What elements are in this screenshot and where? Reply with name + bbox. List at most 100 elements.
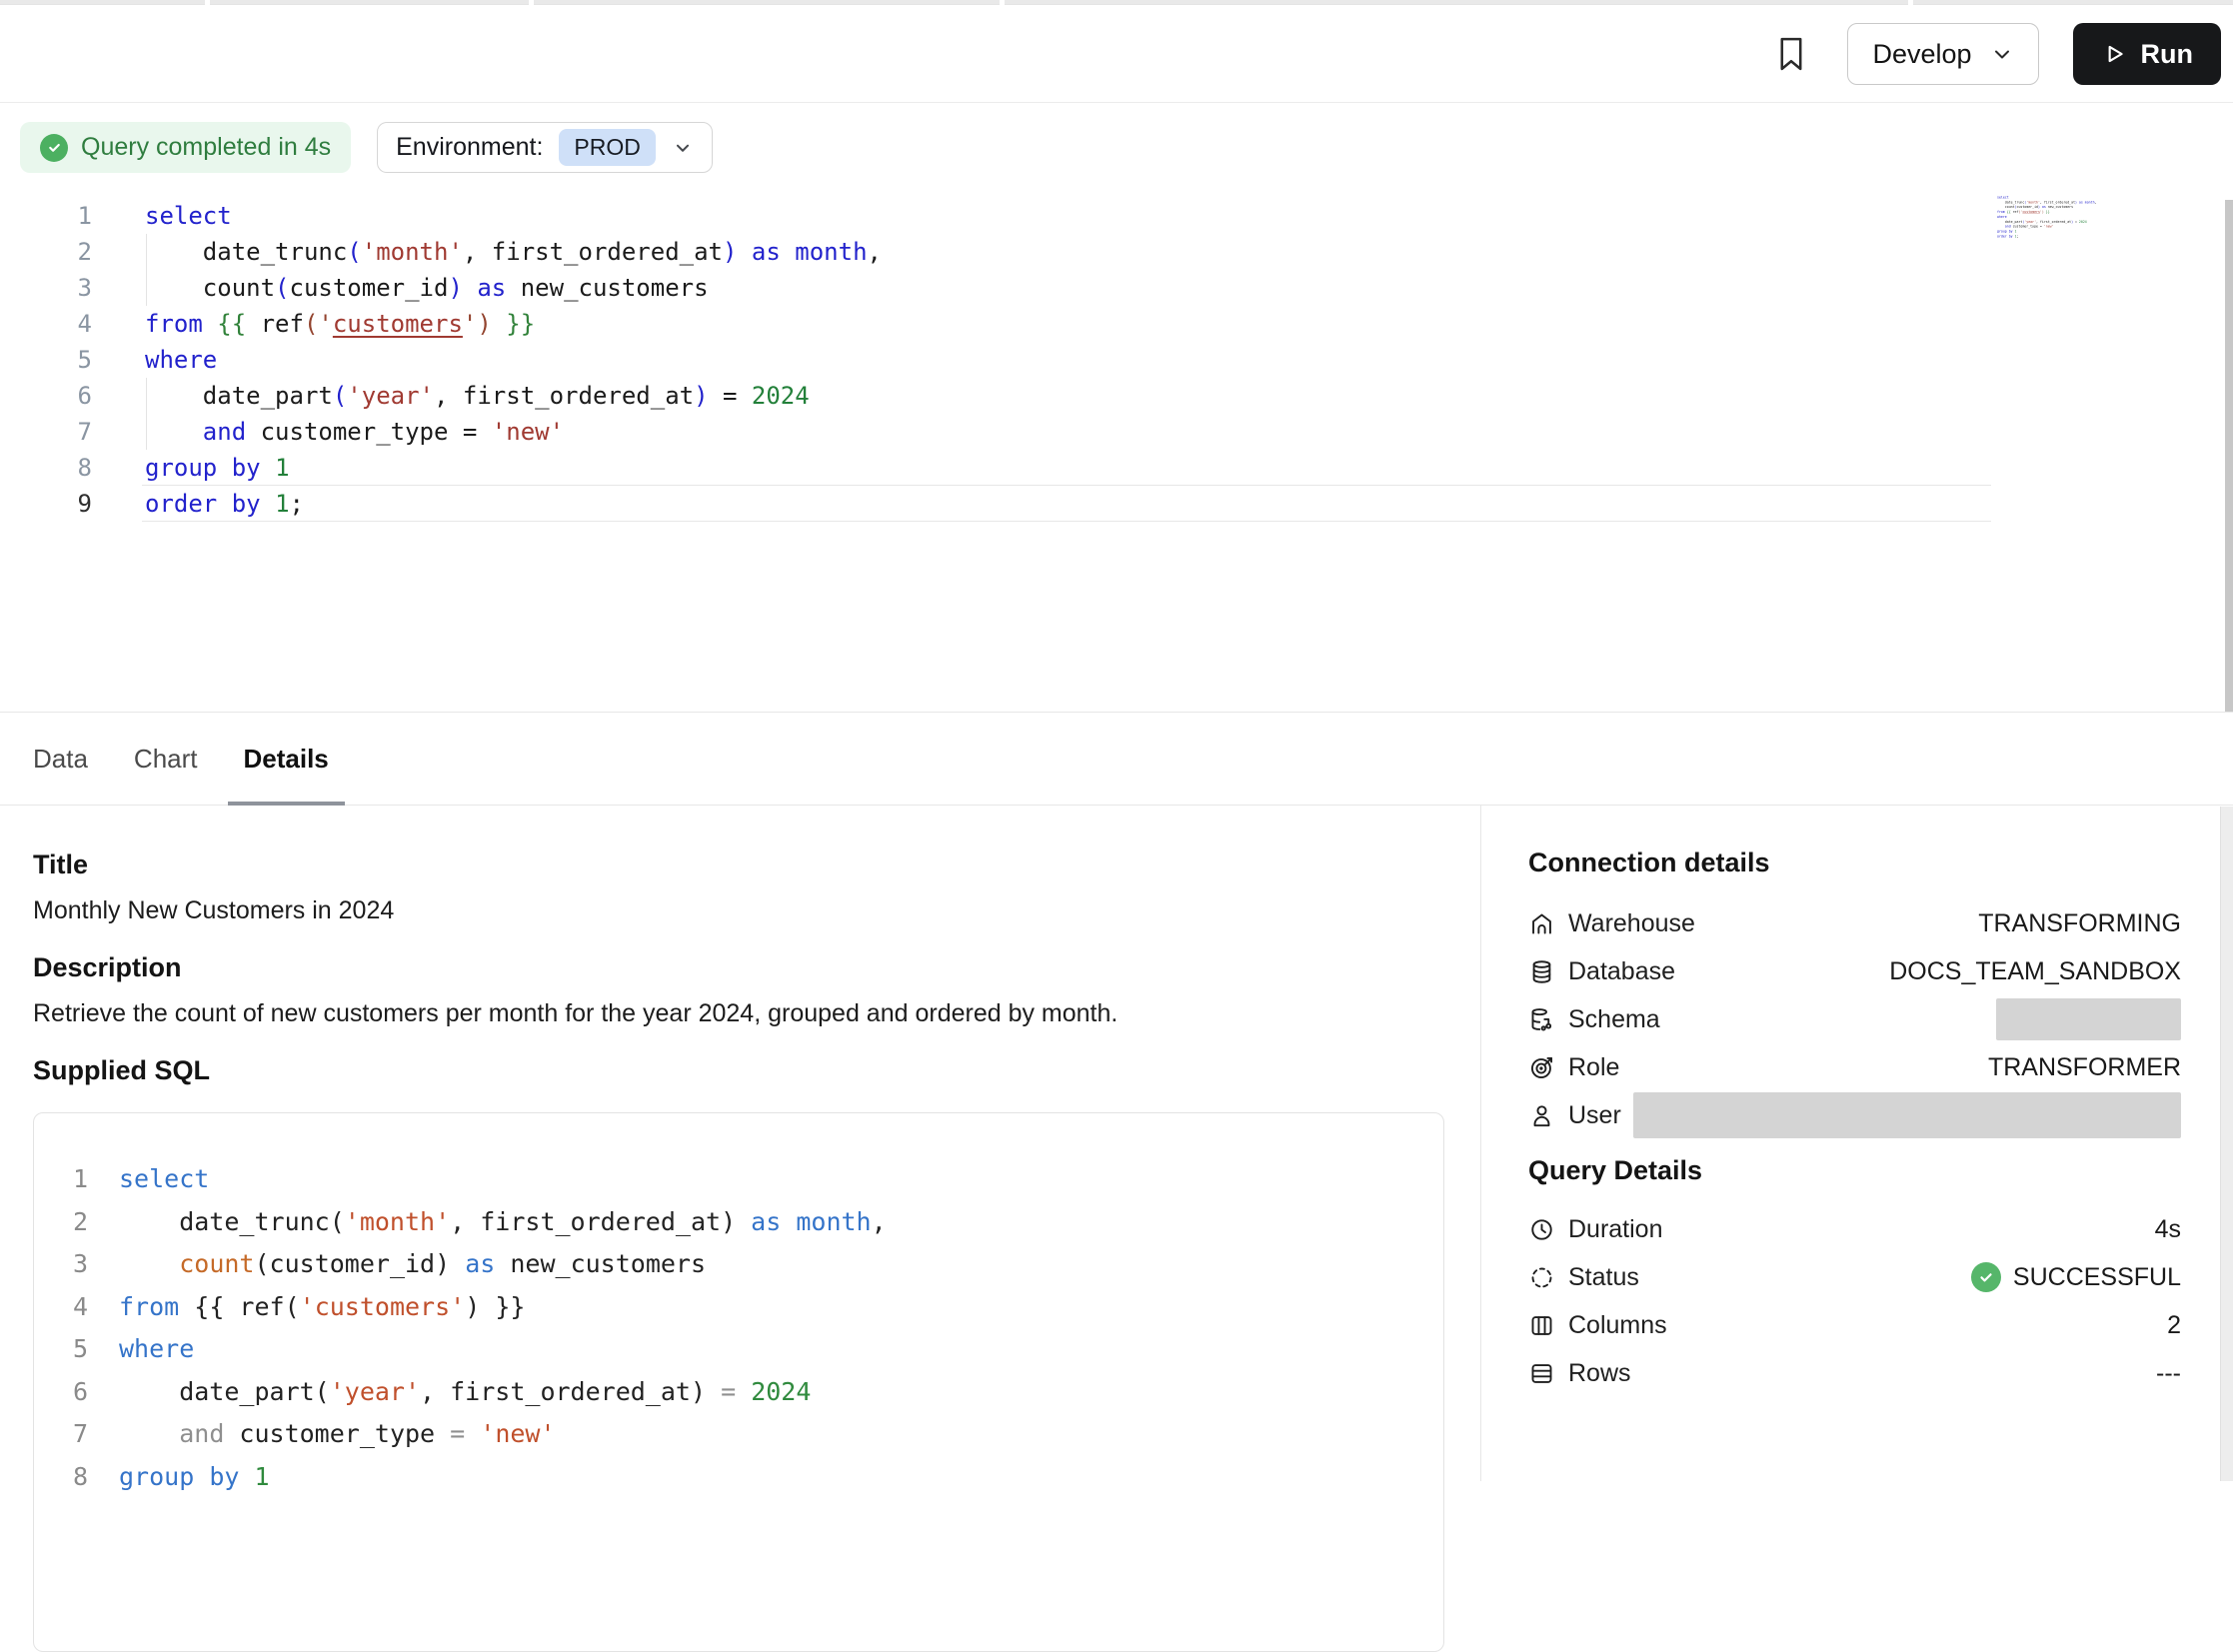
tab-data[interactable]: Data <box>33 713 88 805</box>
line-number: 2 <box>58 1201 88 1244</box>
query-detail-label: Status <box>1568 1263 1639 1292</box>
details-scrollbar[interactable] <box>2220 807 2233 1481</box>
code-line: count(customer_id) as new_customers <box>145 270 882 306</box>
status-icon <box>1528 1264 1555 1291</box>
columns-icon <box>1528 1312 1555 1339</box>
connection-label: Warehouse <box>1568 909 1695 938</box>
chevron-down-icon <box>1990 42 2014 66</box>
code-line: group by 1 <box>145 450 882 486</box>
code-line: count(customer_id) as new_customers <box>119 1243 887 1286</box>
code-line: date_trunc('month', first_ordered_at) as… <box>119 1201 887 1244</box>
query-detail-value: 2 <box>2167 1311 2181 1340</box>
line-number: 3 <box>58 1243 88 1286</box>
line-number: 7 <box>0 414 92 450</box>
editor-code[interactable]: select date_trunc('month', first_ordered… <box>145 198 882 522</box>
connection-details-heading: Connection details <box>1528 847 2181 881</box>
query-status-pill: Query completed in 4s <box>20 122 351 173</box>
success-check-icon <box>40 134 68 162</box>
editor-code[interactable]: select date_trunc('month', first_ordered… <box>1997 195 2186 239</box>
schema-icon <box>1528 1006 1555 1033</box>
code-line: date_part('year', first_ordered_at) = 20… <box>119 1371 887 1414</box>
bookmark-icon <box>1774 34 1808 74</box>
environment-selector[interactable]: Environment: PROD <box>377 122 713 173</box>
redacted-value <box>1633 1092 2181 1138</box>
connection-label: Role <box>1568 1053 1619 1082</box>
connection-row-database: Database DOCS_TEAM_SANDBOX <box>1528 947 2181 995</box>
line-number: 1 <box>58 1158 88 1201</box>
connection-row-role: Role TRANSFORMER <box>1528 1043 2181 1091</box>
develop-menu-button[interactable]: Develop <box>1847 23 2038 85</box>
query-detail-row-rows: Rows --- <box>1528 1349 2181 1397</box>
redacted-value <box>1996 998 2181 1040</box>
minimap[interactable]: select date_trunc('month', first_ordered… <box>1997 195 2186 239</box>
description-heading: Description <box>33 952 182 983</box>
supplied-sql-heading: Supplied SQL <box>33 1055 210 1086</box>
line-number: 8 <box>0 450 92 486</box>
sql-line-numbers: 12345678 <box>58 1158 88 1498</box>
code-line: select <box>119 1158 887 1201</box>
line-number: 6 <box>58 1371 88 1414</box>
details-side-panel: Connection details Warehouse TRANSFORMING… <box>1480 806 2211 1481</box>
editor-scrollbar[interactable] <box>2225 200 2233 772</box>
query-detail-row-columns: Columns 2 <box>1528 1301 2181 1349</box>
develop-label: Develop <box>1872 39 1971 70</box>
editor-line-numbers: 123456789 <box>0 198 92 522</box>
connection-label: Schema <box>1568 1005 1660 1034</box>
connection-row-user: User <box>1528 1091 2181 1139</box>
line-number: 8 <box>58 1456 88 1499</box>
code-line: from {{ ref('customers') }} <box>119 1286 887 1329</box>
ide-window: { "toolbar": { "develop_label": "Develop… <box>0 0 2233 1481</box>
query-detail-label: Rows <box>1568 1359 1631 1388</box>
supplied-sql-box: 12345678 select date_trunc('month', firs… <box>33 1112 1444 1652</box>
query-detail-label: Duration <box>1568 1215 1663 1244</box>
line-number: 3 <box>0 270 92 306</box>
sql-editor[interactable]: 123456789 select date_trunc('month', fir… <box>0 198 2233 528</box>
code-line: where <box>145 342 882 378</box>
code-line: from {{ ref('customers') }} <box>145 306 882 342</box>
line-number: 5 <box>58 1328 88 1371</box>
connection-row-schema: Schema <box>1528 995 2181 1043</box>
query-detail-value: 4s <box>2155 1215 2181 1244</box>
status-success-icon <box>1971 1262 2001 1292</box>
line-number: 4 <box>58 1286 88 1329</box>
code-line: date_trunc('month', first_ordered_at) as… <box>145 234 882 270</box>
connection-value: DOCS_TEAM_SANDBOX <box>1889 957 2181 986</box>
browser-tabs-strip[interactable] <box>0 0 2233 5</box>
connection-row-warehouse: Warehouse TRANSFORMING <box>1528 899 2181 947</box>
code-line: select <box>145 198 882 234</box>
environment-badge: PROD <box>559 129 655 166</box>
line-number: 5 <box>0 342 92 378</box>
query-status-text: Query completed in 4s <box>81 133 331 162</box>
line-number: 7 <box>58 1413 88 1456</box>
connection-value: TRANSFORMER <box>1988 1053 2181 1082</box>
run-label: Run <box>2141 39 2193 70</box>
browser-tab-divider <box>1000 0 1005 5</box>
environment-label: Environment: <box>396 133 543 162</box>
connection-label: Database <box>1568 957 1675 986</box>
duration-icon <box>1528 1216 1555 1243</box>
run-button[interactable]: Run <box>2073 23 2221 85</box>
line-number: 1 <box>0 198 92 234</box>
line-number: 4 <box>0 306 92 342</box>
bookmark-button[interactable] <box>1769 30 1813 78</box>
tab-details[interactable]: Details <box>244 713 329 805</box>
code-line: where <box>119 1328 887 1371</box>
browser-tab-divider <box>1908 0 1913 5</box>
query-detail-label: Columns <box>1568 1311 1667 1340</box>
query-detail-row-status: StatusSUCCESSFUL <box>1528 1253 2181 1301</box>
rows-icon <box>1528 1360 1555 1387</box>
database-icon <box>1528 958 1555 985</box>
connection-value: TRANSFORMING <box>1978 909 2181 938</box>
line-number: 6 <box>0 378 92 414</box>
query-details-heading: Query Details <box>1528 1155 2181 1189</box>
query-status-row: Query completed in 4s Environment: PROD <box>20 122 713 173</box>
toolbar: Develop Run <box>0 6 2233 103</box>
line-number: 9 <box>0 486 92 522</box>
tab-chart[interactable]: Chart <box>134 713 198 805</box>
play-icon <box>2101 41 2127 67</box>
browser-tab-divider <box>529 0 534 5</box>
line-number: 2 <box>0 234 92 270</box>
query-detail-value: --- <box>2156 1359 2181 1388</box>
browser-tab-divider <box>205 0 210 5</box>
code-line: order by 1; <box>145 486 882 522</box>
